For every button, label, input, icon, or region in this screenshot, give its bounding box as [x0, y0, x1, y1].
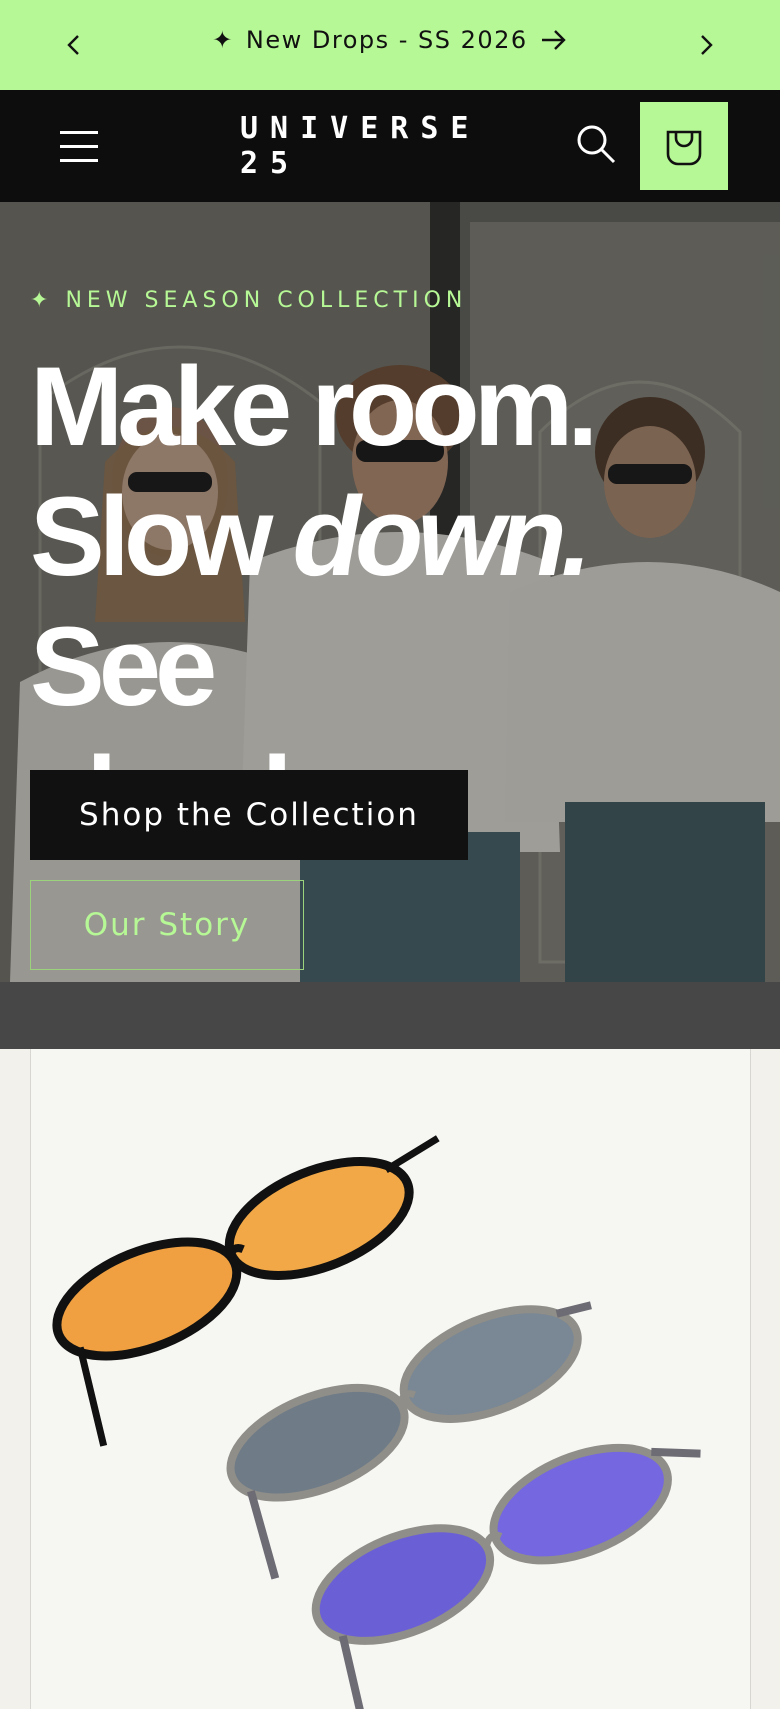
search-icon	[577, 125, 616, 164]
headline-down: down.	[292, 474, 591, 599]
sparkle-icon: ✦	[30, 288, 54, 313]
product-card[interactable]	[30, 1049, 751, 1709]
next-announcement-button[interactable]	[688, 27, 724, 63]
section-divider	[0, 982, 780, 1049]
hero-banner: ✦ NEW SEASON COLLECTION Make room. Slow …	[0, 202, 780, 982]
shop-collection-button[interactable]: Shop the Collection	[30, 770, 468, 860]
announcement-text: New Drops - SS 2026	[245, 26, 528, 54]
cart-button[interactable]	[640, 102, 728, 190]
hero-eyebrow-text: NEW SEASON COLLECTION	[65, 288, 468, 313]
announcement-bar: ✦ New Drops - SS 2026	[0, 0, 780, 90]
sparkle-icon: ✦	[212, 26, 234, 54]
headline-slow: Slow	[30, 474, 293, 599]
hero-eyebrow: ✦ NEW SEASON COLLECTION	[30, 288, 467, 313]
headline-see: See	[30, 604, 217, 729]
previous-announcement-button[interactable]	[56, 27, 92, 63]
headline-line-2: Slow down. See	[30, 472, 770, 732]
chevron-left-icon	[67, 35, 79, 55]
chevron-right-icon	[701, 35, 713, 55]
search-button[interactable]	[574, 122, 618, 166]
sunglasses-product-image	[31, 1049, 750, 1709]
arrow-right-icon	[541, 30, 566, 50]
announcement-link[interactable]: ✦ New Drops - SS 2026	[212, 26, 567, 54]
brand-logo[interactable]: UNIVERSE 25	[240, 111, 540, 181]
headline-line-1: Make room.	[30, 344, 598, 469]
our-story-button[interactable]: Our Story	[30, 880, 304, 970]
menu-button[interactable]	[58, 125, 102, 169]
cart-icon	[666, 130, 702, 166]
